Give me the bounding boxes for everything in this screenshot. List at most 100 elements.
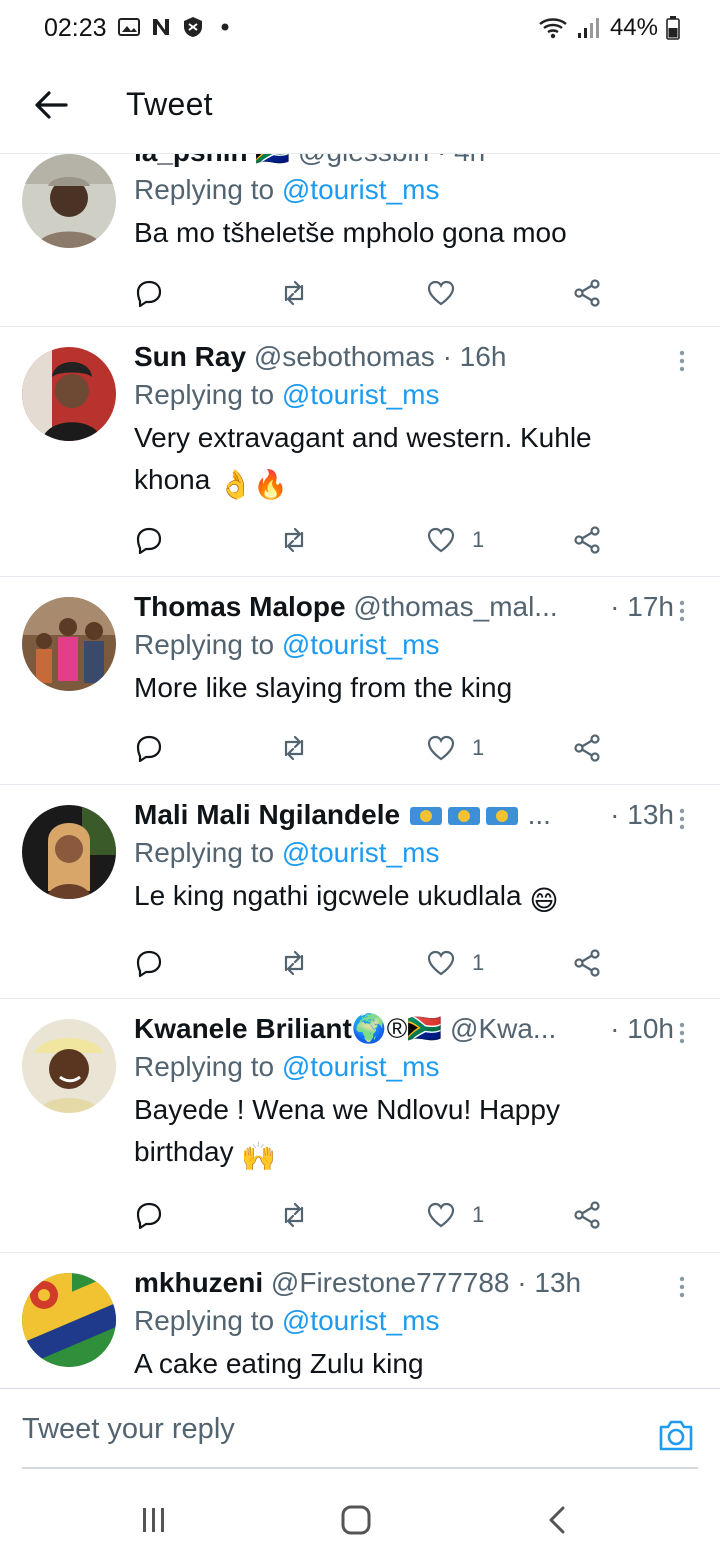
currency-emoji [408,799,528,830]
more-options-icon[interactable] [670,599,694,623]
timestamp[interactable]: 17h [627,591,674,622]
avatar[interactable] [22,597,116,691]
username[interactable]: @thomas_mal... [353,591,557,622]
display-name[interactable]: Sun Ray [134,341,246,372]
more-options-icon[interactable] [670,807,694,831]
more-options-icon[interactable] [670,1021,694,1045]
share-button[interactable] [572,275,602,311]
recent-apps-button[interactable] [134,1502,174,1538]
timestamp[interactable]: 13h [627,799,674,830]
wifi-icon [539,18,567,39]
tweet-item[interactable]: la_pshin 🇿🇦 @glessbin · 4h Replying to @… [0,154,720,327]
shield-icon [184,17,202,37]
replying-to-label: Replying to [134,174,275,205]
reply-icon [136,280,162,308]
camera-button[interactable] [656,1415,696,1455]
tweet-item[interactable]: Mali Mali Ngilandele ... · 13h Replying … [0,785,720,999]
dot-icon [221,23,229,31]
replying-to-handle[interactable]: @tourist_ms [282,837,440,868]
reply-icon [136,735,162,763]
tweet-item[interactable]: Kwanele Briliant🌍®🇿🇦 @Kwa... · 10h Reply… [0,999,720,1253]
share-button[interactable] [572,730,602,766]
like-button[interactable]: 1 [426,522,484,558]
more-options-icon[interactable] [670,349,694,373]
retweet-button[interactable] [279,730,309,766]
raising-hands-emoji: 🙌 [241,1141,277,1172]
recent-apps-icon [143,1508,164,1532]
replies-feed[interactable]: la_pshin 🇿🇦 @glessbin · 4h Replying to @… [0,154,720,1388]
reply-input[interactable]: Tweet your reply [22,1413,235,1446]
tweet-item[interactable]: mkhuzeni @Firestone777788 · 13h Replying… [0,1253,720,1388]
username[interactable]: @Firestone777788 [271,1267,510,1298]
retweet-icon [284,527,304,553]
avatar[interactable] [22,1019,116,1113]
retweet-button[interactable] [279,522,309,558]
like-button[interactable]: 1 [426,945,484,981]
avatar[interactable] [22,805,116,899]
reply-composer[interactable]: Tweet your reply [0,1388,720,1480]
like-button[interactable]: 1 [426,1197,484,1233]
replying-to-handle[interactable]: @tourist_ms [282,1051,440,1082]
share-icon [574,949,600,977]
more-options-icon[interactable] [670,1275,694,1299]
replying-to-label: Replying to [134,837,275,868]
retweet-button[interactable] [279,945,309,981]
n-logo-icon [153,19,169,35]
replying-to-handle[interactable]: @tourist_ms [282,629,440,660]
username[interactable]: @glessbin [298,154,429,167]
back-button[interactable] [28,82,74,128]
display-name[interactable]: Thomas Malope [134,591,346,622]
display-name[interactable]: la_pshin [134,154,248,167]
share-icon [574,734,600,762]
reply-icon [136,527,162,555]
system-back-button[interactable] [538,1502,578,1538]
tweet-text: More like slaying from the king [134,672,513,703]
timestamp[interactable]: 13h [534,1267,581,1298]
tweet-item[interactable]: Sun Ray @sebothomas · 16h Replying to @t… [0,327,720,577]
timestamp[interactable]: 16h [460,341,507,372]
reply-button[interactable] [134,275,164,311]
status-bar: 02:23 44% [0,0,720,58]
replying-to-label: Replying to [134,379,275,410]
replying-to-handle[interactable]: @tourist_ms [282,174,440,205]
tweet-text: Le king ngathi igcwele ukudlala 😄 [134,875,680,922]
display-name[interactable]: Mali Mali Ngilandele [134,799,400,830]
retweet-button[interactable] [279,1197,309,1233]
retweet-button[interactable] [279,275,309,311]
heart-icon [427,1202,455,1228]
south-africa-flag-emoji: 🇿🇦 [407,1013,443,1044]
reply-button[interactable] [134,945,164,981]
arrow-left-icon [35,91,68,119]
tweet-text: Bayede ! Wena we Ndlovu! Happy birthday … [134,1089,680,1178]
username[interactable]: @Kwa... [450,1013,556,1044]
replying-to-handle[interactable]: @tourist_ms [282,1305,440,1336]
username[interactable]: ... [528,799,551,830]
timestamp[interactable]: 4h [454,154,485,167]
avatar[interactable] [22,1273,116,1367]
like-button[interactable] [426,275,472,311]
home-button[interactable] [336,1502,376,1538]
like-count: 1 [472,735,485,760]
reply-button[interactable] [134,730,164,766]
retweet-icon [284,280,304,306]
registered-emoji: ® [386,1013,408,1044]
display-name[interactable]: Kwanele Briliant [134,1013,352,1044]
display-name[interactable]: mkhuzeni [134,1267,263,1298]
tweet-text: Very extravagant and western. Kuhle khon… [134,417,680,506]
tweet-item[interactable]: Thomas Malope @thomas_mal... · 17h Reply… [0,577,720,785]
battery-icon [666,16,680,40]
like-count: 1 [472,1202,485,1227]
like-button[interactable]: 1 [426,730,484,766]
heart-icon [427,527,455,553]
timestamp[interactable]: 10h [627,1013,674,1044]
share-button[interactable] [572,522,602,558]
system-navigation-bar [0,1480,720,1560]
share-button[interactable] [572,1197,602,1233]
avatar[interactable] [22,347,116,441]
share-button[interactable] [572,945,602,981]
reply-button[interactable] [134,522,164,558]
avatar[interactable] [22,154,116,248]
username[interactable]: @sebothomas [254,341,435,372]
replying-to-handle[interactable]: @tourist_ms [282,379,440,410]
reply-button[interactable] [134,1197,164,1233]
